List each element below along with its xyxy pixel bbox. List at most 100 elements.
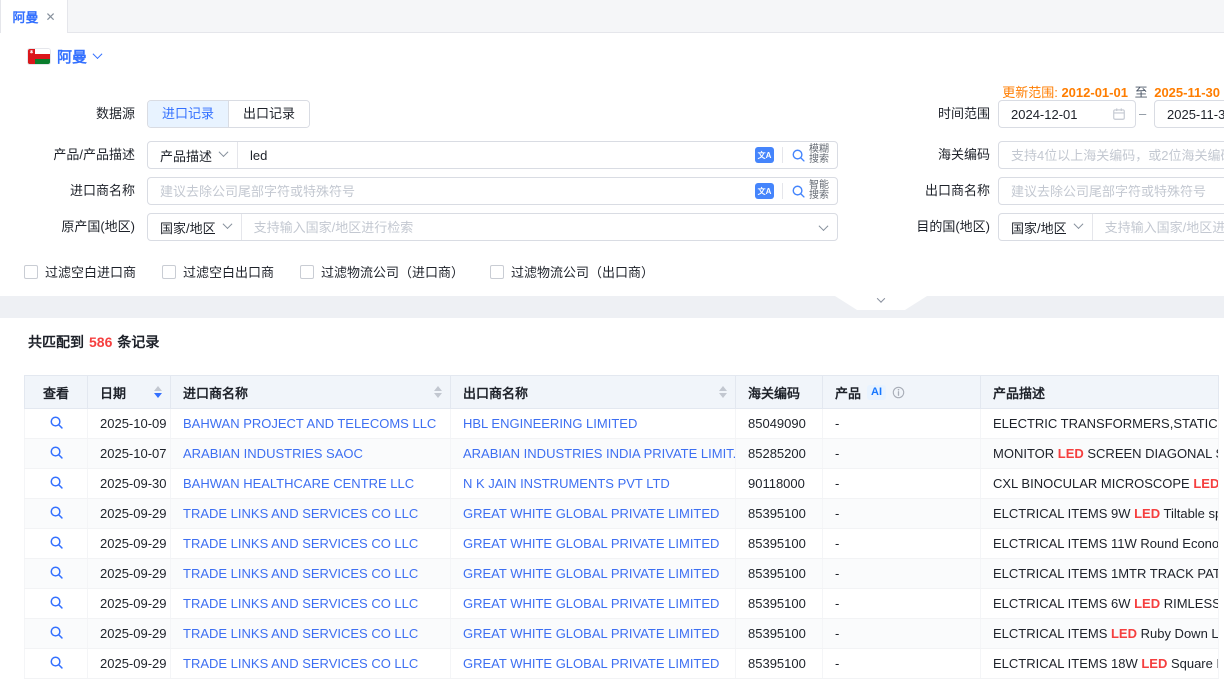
close-icon[interactable]: ✕ xyxy=(45,10,55,24)
view-record-button[interactable] xyxy=(49,505,64,520)
importer-link[interactable]: TRADE LINKS AND SERVICES CO LLC xyxy=(183,536,418,551)
view-record-button[interactable] xyxy=(49,655,64,670)
col-header-importer[interactable]: 进口商名称 xyxy=(171,376,451,409)
exporter-link[interactable]: GREAT WHITE GLOBAL PRIVATE LIMITED xyxy=(463,596,719,611)
tab-title: 阿曼 xyxy=(12,7,38,26)
hs-code-cell: 85285200 xyxy=(736,439,823,469)
sort-toggle-exporter[interactable] xyxy=(719,386,727,398)
checkbox-filter-logistics-importer[interactable]: 过滤物流公司（进口商） xyxy=(300,262,464,281)
origin-country-select-value: 国家/地区 xyxy=(160,218,216,237)
chevron-down-icon xyxy=(1073,219,1083,229)
panel-divider xyxy=(0,296,1224,318)
tab-import-records[interactable]: 进口记录 xyxy=(148,101,228,127)
table-row: 2025-09-29TRADE LINKS AND SERVICES CO LL… xyxy=(25,619,1219,649)
description-cell: CXL BINOCULAR MICROSCOPE LED (... xyxy=(981,469,1219,499)
destination-country-input[interactable] xyxy=(1093,215,1224,239)
exporter-link[interactable]: GREAT WHITE GLOBAL PRIVATE LIMITED xyxy=(463,566,719,581)
summary-suffix: 条记录 xyxy=(117,334,159,350)
checkbox-filter-blank-exporter[interactable]: 过滤空白出口商 xyxy=(162,262,274,281)
date-cell: 2025-09-29 xyxy=(88,529,171,559)
collapse-form-handle[interactable] xyxy=(835,296,927,310)
exporter-cell: HBL ENGINEERING LIMITED xyxy=(451,409,736,439)
col-header-exporter[interactable]: 出口商名称 xyxy=(451,376,736,409)
info-icon[interactable] xyxy=(892,386,905,399)
product-cell: - xyxy=(823,589,981,619)
importer-link[interactable]: ARABIAN INDUSTRIES SAOC xyxy=(183,446,363,461)
sort-toggle-date[interactable] xyxy=(154,386,162,398)
time-range-start[interactable] xyxy=(998,100,1136,128)
results-summary: 共匹配到586条记录 xyxy=(28,332,159,352)
hs-code-cell: 85395100 xyxy=(736,619,823,649)
view-record-button[interactable] xyxy=(49,535,64,550)
country-selector[interactable]: 阿曼 xyxy=(28,46,101,67)
table-row: 2025-10-07ARABIAN INDUSTRIES SAOCARABIAN… xyxy=(25,439,1219,469)
product-type-select[interactable]: 产品描述 xyxy=(148,142,238,168)
chevron-down-icon xyxy=(219,147,229,157)
view-record-button[interactable] xyxy=(49,445,64,460)
checkbox-icon xyxy=(162,265,176,279)
origin-country-input[interactable] xyxy=(242,215,816,239)
exporter-cell: N K JAIN INSTRUMENTS PVT LTD xyxy=(451,469,736,499)
sort-toggle-importer[interactable] xyxy=(434,386,442,398)
tab-export-records[interactable]: 出口记录 xyxy=(228,101,309,127)
importer-link[interactable]: TRADE LINKS AND SERVICES CO LLC xyxy=(183,656,418,671)
importer-link[interactable]: BAHWAN PROJECT AND TELECOMS LLC xyxy=(183,416,436,431)
exporter-link[interactable]: N K JAIN INSTRUMENTS PVT LTD xyxy=(463,476,670,491)
update-range-separator: 至 xyxy=(1135,85,1148,100)
exporter-cell: GREAT WHITE GLOBAL PRIVATE LIMITED xyxy=(451,529,736,559)
hs-code-cell: 85395100 xyxy=(736,589,823,619)
smart-search-button[interactable]: 智能搜索 xyxy=(791,181,837,201)
exporter-link[interactable]: GREAT WHITE GLOBAL PRIVATE LIMITED xyxy=(463,656,719,671)
checkbox-filter-logistics-exporter[interactable]: 过滤物流公司（出口商） xyxy=(490,262,654,281)
translate-icon[interactable]: 文A xyxy=(755,147,774,163)
importer-name-input[interactable] xyxy=(148,179,755,203)
end-date-input[interactable] xyxy=(1155,102,1224,126)
product-cell: - xyxy=(823,499,981,529)
importer-cell: BAHWAN PROJECT AND TELECOMS LLC xyxy=(171,409,451,439)
importer-link[interactable]: BAHWAN HEALTHCARE CENTRE LLC xyxy=(183,476,414,491)
start-date-input[interactable] xyxy=(999,102,1112,126)
origin-country-select[interactable]: 国家/地区 xyxy=(148,214,242,240)
checkbox-icon xyxy=(300,265,314,279)
product-search-input[interactable] xyxy=(238,143,755,167)
importer-cell: TRADE LINKS AND SERVICES CO LLC xyxy=(171,559,451,589)
exporter-link[interactable]: ARABIAN INDUSTRIES INDIA PRIVATE LIMIT..… xyxy=(463,446,736,461)
fuzzy-search-button[interactable]: 模糊搜索 xyxy=(791,145,837,165)
summary-prefix: 共匹配到 xyxy=(28,334,84,350)
col-header-date[interactable]: 日期 xyxy=(88,376,171,409)
exporter-link[interactable]: GREAT WHITE GLOBAL PRIVATE LIMITED xyxy=(463,536,719,551)
view-record-button[interactable] xyxy=(49,625,64,640)
exporter-link[interactable]: HBL ENGINEERING LIMITED xyxy=(463,416,637,431)
time-range-end[interactable] xyxy=(1154,100,1224,128)
hs-code-cell: 85395100 xyxy=(736,499,823,529)
description-cell: MONITOR LED SCREEN DIAGONAL S... xyxy=(981,439,1219,469)
table-row: 2025-09-30BAHWAN HEALTHCARE CENTRE LLCN … xyxy=(25,469,1219,499)
view-record-button[interactable] xyxy=(49,595,64,610)
view-record-button[interactable] xyxy=(49,475,64,490)
tab-oman[interactable]: 阿曼 ✕ xyxy=(0,0,68,33)
table-row: 2025-09-29 TRADE LINKS AND SERVICES CO LL… xyxy=(25,529,1219,559)
exporter-link[interactable]: GREAT WHITE GLOBAL PRIVATE LIMITED xyxy=(463,506,719,521)
importer-link[interactable]: TRADE LINKS AND SERVICES CO LLC xyxy=(183,596,418,611)
destination-country-select[interactable]: 国家/地区 xyxy=(999,214,1093,240)
checkbox-label: 过滤空白进口商 xyxy=(45,262,136,281)
view-record-button[interactable] xyxy=(49,415,64,430)
view-record-button[interactable] xyxy=(49,565,64,580)
col-header-product: 产品 AI xyxy=(823,376,981,409)
importer-link[interactable]: TRADE LINKS AND SERVICES CO LLC xyxy=(183,566,418,581)
data-source-tabs: 进口记录 出口记录 xyxy=(147,100,310,128)
description-cell: ELCTRICAL ITEMS 18W LED Square E... xyxy=(981,649,1219,679)
smart-line2: 搜索 xyxy=(809,190,829,201)
search-icon xyxy=(791,184,806,199)
exporter-name-input[interactable] xyxy=(999,179,1224,203)
hs-code-input[interactable] xyxy=(999,143,1224,167)
exporter-label: 出口商名称 xyxy=(870,177,990,205)
importer-link[interactable]: TRADE LINKS AND SERVICES CO LLC xyxy=(183,506,418,521)
fuzzy-line2: 搜索 xyxy=(809,154,829,165)
translate-icon[interactable]: 文A xyxy=(755,183,774,199)
exporter-link[interactable]: GREAT WHITE GLOBAL PRIVATE LIMITED xyxy=(463,626,719,641)
product-cell: - xyxy=(823,619,981,649)
checkbox-filter-blank-importer[interactable]: 过滤空白进口商 xyxy=(24,262,136,281)
results-panel: 共匹配到586条记录 查看 日期 进口商名称 xyxy=(0,318,1224,682)
importer-link[interactable]: TRADE LINKS AND SERVICES CO LLC xyxy=(183,626,418,641)
